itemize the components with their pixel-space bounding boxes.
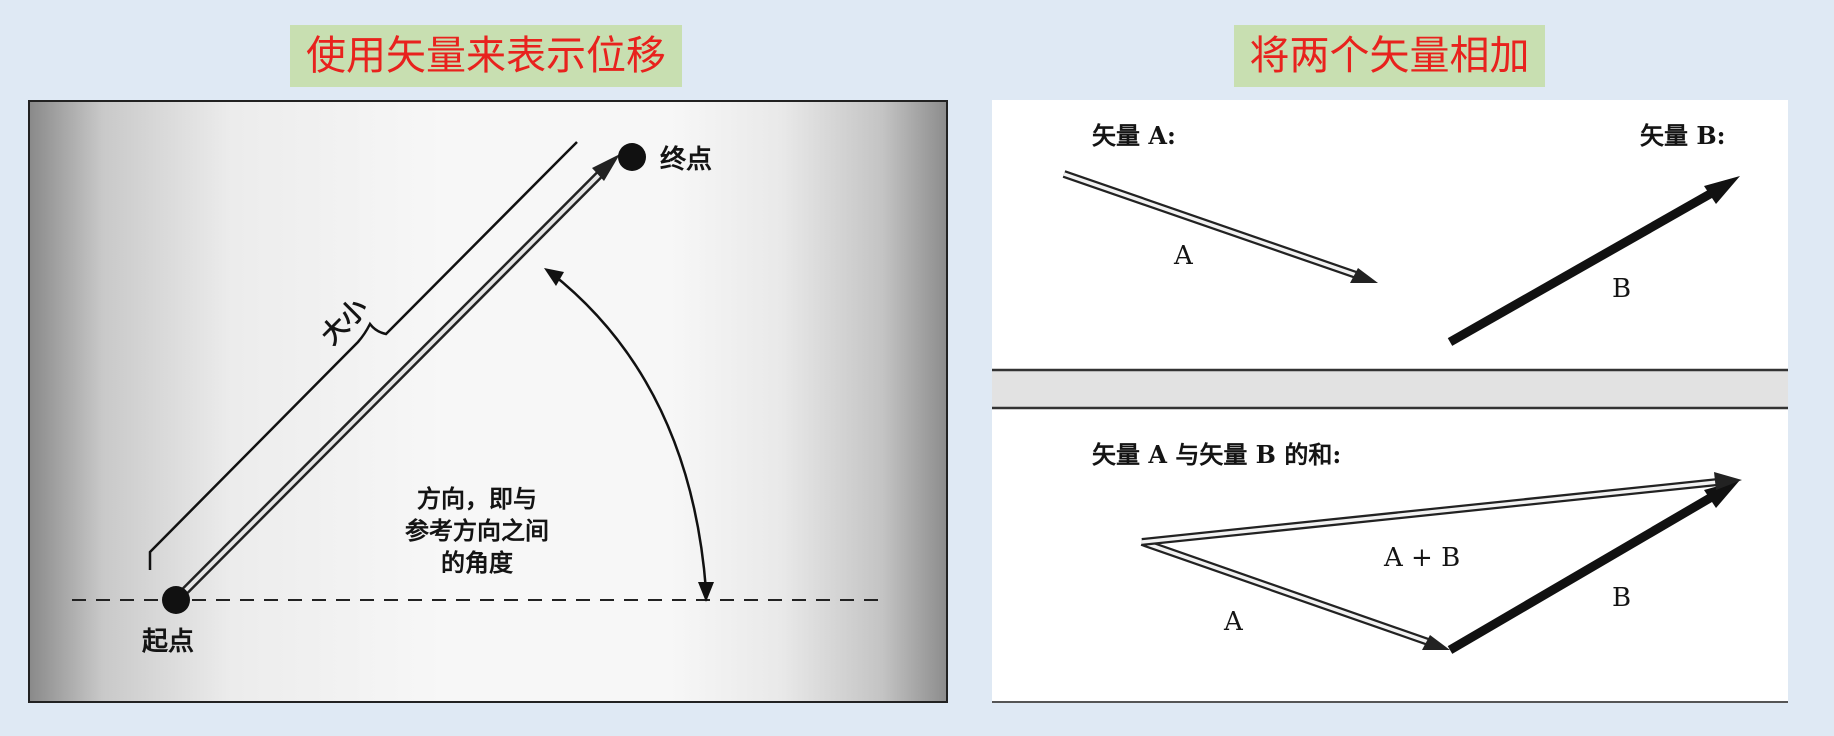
sum-heading: 矢量 A 与矢量 B 的和: bbox=[1092, 440, 1341, 469]
vector-addition-svg: 矢量 A: 矢量 B: A B 矢量 A 与矢量 B 的和: A B A + B bbox=[992, 121, 1788, 654]
angle-arc-arrow bbox=[549, 271, 708, 591]
direction-label-line-3: 的角度 bbox=[441, 548, 514, 577]
angle-arc-head-top bbox=[544, 268, 564, 286]
vector-a-heading: 矢量 A: bbox=[1092, 121, 1176, 150]
end-point-label: 终点 bbox=[660, 144, 712, 175]
title-left: 使用矢量来表示位移 bbox=[290, 25, 682, 87]
end-point-dot bbox=[618, 143, 646, 171]
magnitude-label: 大小 bbox=[316, 293, 374, 351]
vector-a-label: A bbox=[1173, 241, 1194, 271]
vector-addition-diagram: 矢量 A: 矢量 B: A B 矢量 A 与矢量 B 的和: A B A + B bbox=[992, 100, 1788, 703]
vector-b-label: B bbox=[1612, 274, 1631, 304]
sum-result-label: A + B bbox=[1383, 543, 1460, 573]
vector-b-heading: 矢量 B: bbox=[1640, 121, 1726, 150]
direction-label-line-1: 方向，即与 bbox=[417, 484, 537, 513]
vector-b-arrow bbox=[1447, 176, 1740, 346]
title-right: 将两个矢量相加 bbox=[1234, 25, 1545, 87]
start-point-label: 起点 bbox=[142, 626, 194, 657]
displacement-diagram: 终点 起点 大小 方向，即与 参考方向之间 的角度 bbox=[28, 100, 948, 703]
sum-a-label: A bbox=[1223, 607, 1244, 637]
displacement-svg: 终点 起点 大小 方向，即与 参考方向之间 的角度 bbox=[72, 141, 880, 657]
direction-label-line-2: 参考方向之间 bbox=[405, 516, 549, 545]
sum-b-label: B bbox=[1612, 583, 1631, 613]
divider-band bbox=[992, 370, 1788, 408]
vector-a-arrow bbox=[1062, 170, 1378, 283]
start-point-dot bbox=[162, 586, 190, 614]
displacement-arrow bbox=[172, 154, 620, 604]
